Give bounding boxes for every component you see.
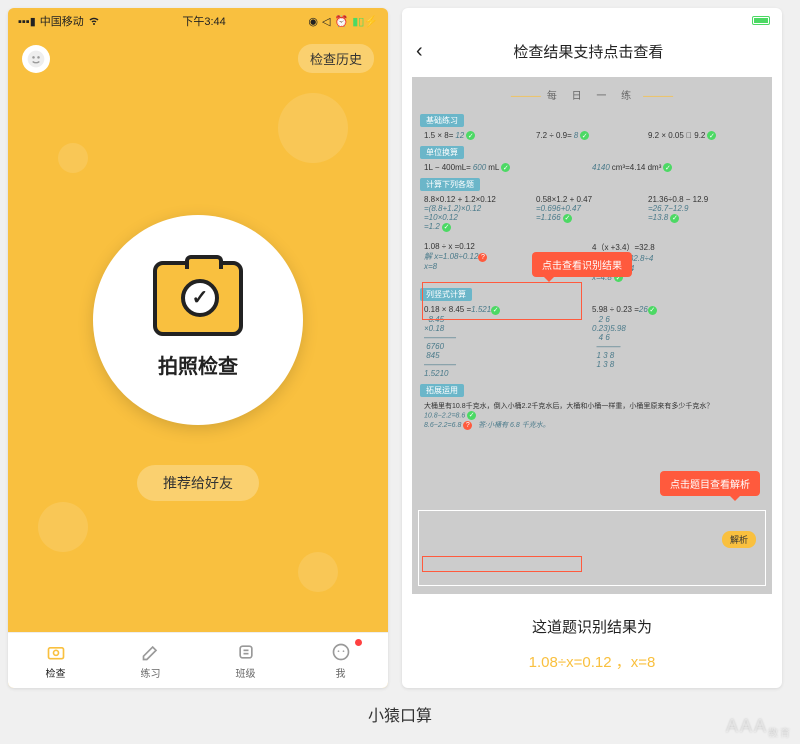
decor-circle bbox=[58, 143, 88, 173]
decor-circle bbox=[298, 552, 338, 592]
problem[interactable]: 7.2 ÷ 0.9=8✓ bbox=[536, 131, 648, 140]
word-problem[interactable]: 大桶里有10.8千克水，倒入小桶2.2千克水后，大桶和小桶一样重，小桶里原来有多… bbox=[420, 399, 764, 432]
tab-label: 我 bbox=[336, 665, 346, 680]
back-button[interactable]: ‹ bbox=[416, 40, 439, 63]
class-icon bbox=[235, 641, 257, 663]
tab-class[interactable]: 班级 bbox=[198, 633, 293, 688]
worksheet-image[interactable]: 每 日 一 练 基础练习 1.5 × 8=12✓ 7.2 ÷ 0.9=8✓ 9.… bbox=[412, 77, 772, 594]
problem[interactable]: 21.36÷0.8 − 12.9=26.7−12.9=13.8 ✓ bbox=[648, 195, 760, 232]
history-button[interactable]: 检查历史 bbox=[298, 44, 374, 73]
page-title: 检查结果支持点击查看 bbox=[439, 41, 768, 62]
home-screen: ▪▪▪▮ 中国移动 下午3:44 ◉ ◁ ⏰ ▮▯⚡ 检查历史 bbox=[8, 8, 388, 688]
tooltip-recognition: 点击查看识别结果 bbox=[532, 252, 632, 277]
status-bar bbox=[402, 8, 782, 32]
problem[interactable]: 4140cm³=4.14 dm³✓ bbox=[592, 163, 760, 172]
selection-box bbox=[418, 510, 766, 586]
decor-circle bbox=[38, 502, 88, 552]
notification-dot bbox=[355, 639, 362, 646]
analysis-button[interactable]: 解析 bbox=[722, 531, 756, 548]
tab-label: 班级 bbox=[236, 665, 256, 680]
status-bar: ▪▪▪▮ 中国移动 下午3:44 ◉ ◁ ⏰ ▮▯⚡ bbox=[8, 8, 388, 34]
battery-icon bbox=[752, 16, 770, 25]
section-calc: 计算下列各题 bbox=[420, 178, 480, 191]
carrier: 中国移动 bbox=[40, 13, 84, 29]
location-icon: ◉ bbox=[308, 15, 318, 28]
tooltip-analysis: 点击题目查看解析 bbox=[660, 471, 760, 496]
problem[interactable]: 0.58×1.2 + 0.47=0.696+0.47=1.166 ✓ bbox=[536, 195, 648, 232]
watermark: AAA教育 bbox=[726, 716, 792, 740]
alarm-icon: ⏰ bbox=[334, 15, 348, 28]
app-caption: 小猿口算 bbox=[0, 702, 800, 726]
result-label: 这道题识别结果为 bbox=[418, 616, 766, 637]
tab-practice[interactable]: 练习 bbox=[103, 633, 198, 688]
profile-icon bbox=[330, 641, 352, 663]
section-basic: 基础练习 bbox=[420, 114, 464, 127]
recommend-button[interactable]: 推荐给好友 bbox=[137, 465, 259, 501]
camera-tab-icon bbox=[45, 641, 67, 663]
worksheet-title: 每 日 一 练 bbox=[420, 87, 764, 102]
section-unit: 单位换算 bbox=[420, 146, 464, 159]
problem[interactable]: 5.98 ÷ 0.23 =26✓ 2 60.23)5.98 4 6 ——— 1 … bbox=[592, 305, 760, 378]
tab-check[interactable]: 检查 bbox=[8, 633, 103, 688]
result-formula: 1.08÷x=0.12 ，x=8 bbox=[418, 651, 766, 672]
tab-bar: 检查 练习 班级 我 bbox=[8, 632, 388, 688]
section-extend: 拓展运用 bbox=[420, 384, 464, 397]
problem[interactable]: 1L − 400mL=600mL✓ bbox=[424, 163, 592, 172]
battery-icon: ▮▯⚡ bbox=[352, 15, 378, 28]
result-screen: ‹ 检查结果支持点击查看 每 日 一 练 基础练习 1.5 × 8=12✓ 7.… bbox=[402, 8, 782, 688]
decor-circle bbox=[278, 93, 348, 163]
problem[interactable]: 1.5 × 8=12✓ bbox=[424, 131, 536, 140]
clock: 下午3:44 bbox=[182, 13, 225, 29]
signal-icon: ▪▪▪▮ bbox=[18, 15, 36, 28]
nav-icon: ◁ bbox=[322, 15, 330, 28]
problem[interactable]: 9.2 × 0.05 ⃝ 9.2✓ bbox=[648, 131, 760, 140]
camera-button[interactable]: 拍照检查 bbox=[93, 215, 303, 425]
avatar[interactable] bbox=[22, 45, 50, 73]
tab-label: 检查 bbox=[46, 665, 66, 680]
camera-icon bbox=[153, 261, 243, 336]
error-highlight[interactable] bbox=[422, 282, 582, 320]
problem[interactable]: 8.8×0.12 + 1.2×0.12=(8.8+1.2)×0.12=10×0.… bbox=[424, 195, 536, 232]
camera-label: 拍照检查 bbox=[158, 350, 238, 379]
tab-label: 练习 bbox=[141, 665, 161, 680]
wifi-icon bbox=[88, 14, 100, 29]
tab-me[interactable]: 我 bbox=[293, 633, 388, 688]
pencil-icon bbox=[140, 641, 162, 663]
